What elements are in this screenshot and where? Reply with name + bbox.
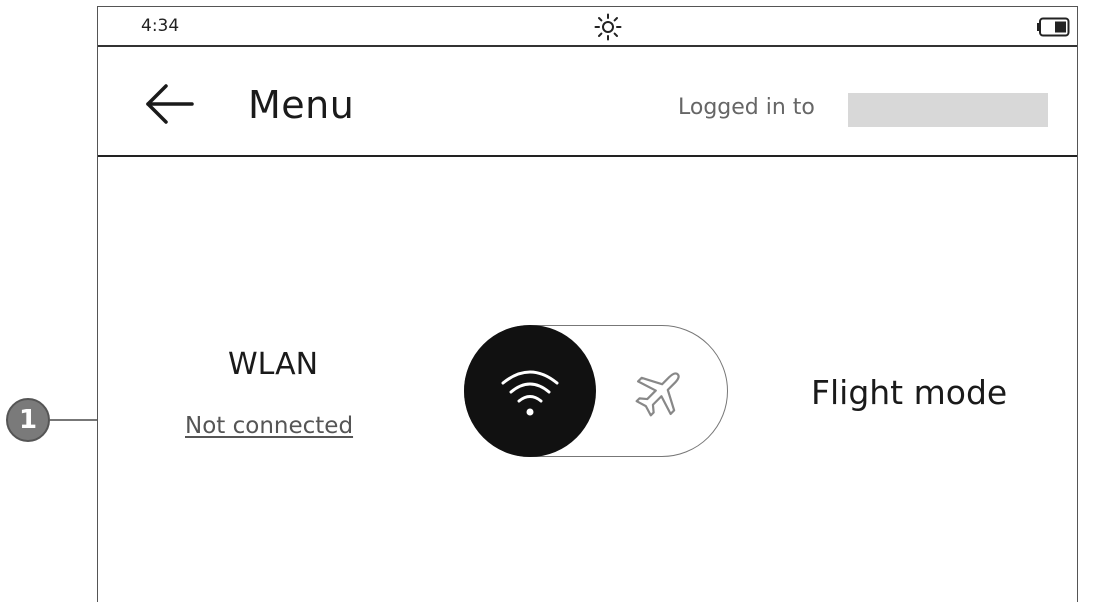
device-screen: 4:34 Menu Logged in to WLAN Not connecte… xyxy=(97,6,1078,602)
callout-badge: 1 xyxy=(6,398,50,442)
wlan-label: WLAN xyxy=(228,347,319,382)
wlan-flight-mode-toggle[interactable] xyxy=(464,325,728,457)
login-label: Logged in to xyxy=(678,95,815,120)
flight-mode-label: Flight mode xyxy=(811,373,1008,412)
battery-icon xyxy=(1037,17,1070,37)
wifi-icon xyxy=(501,370,559,416)
wlan-status-link[interactable]: Not connected xyxy=(185,413,353,439)
login-account-redacted xyxy=(848,93,1048,127)
status-bar: 4:34 xyxy=(98,7,1077,47)
header: Menu Logged in to xyxy=(98,47,1077,157)
airplane-icon xyxy=(635,372,680,417)
brightness-icon xyxy=(594,13,622,41)
status-time: 4:34 xyxy=(141,16,180,36)
arrow-left-icon[interactable] xyxy=(142,82,198,126)
page-title: Menu xyxy=(248,83,355,127)
toggle-knob xyxy=(464,325,596,457)
stage: 1 4:34 Menu Logged in to WLAN Not connec… xyxy=(0,0,1094,602)
